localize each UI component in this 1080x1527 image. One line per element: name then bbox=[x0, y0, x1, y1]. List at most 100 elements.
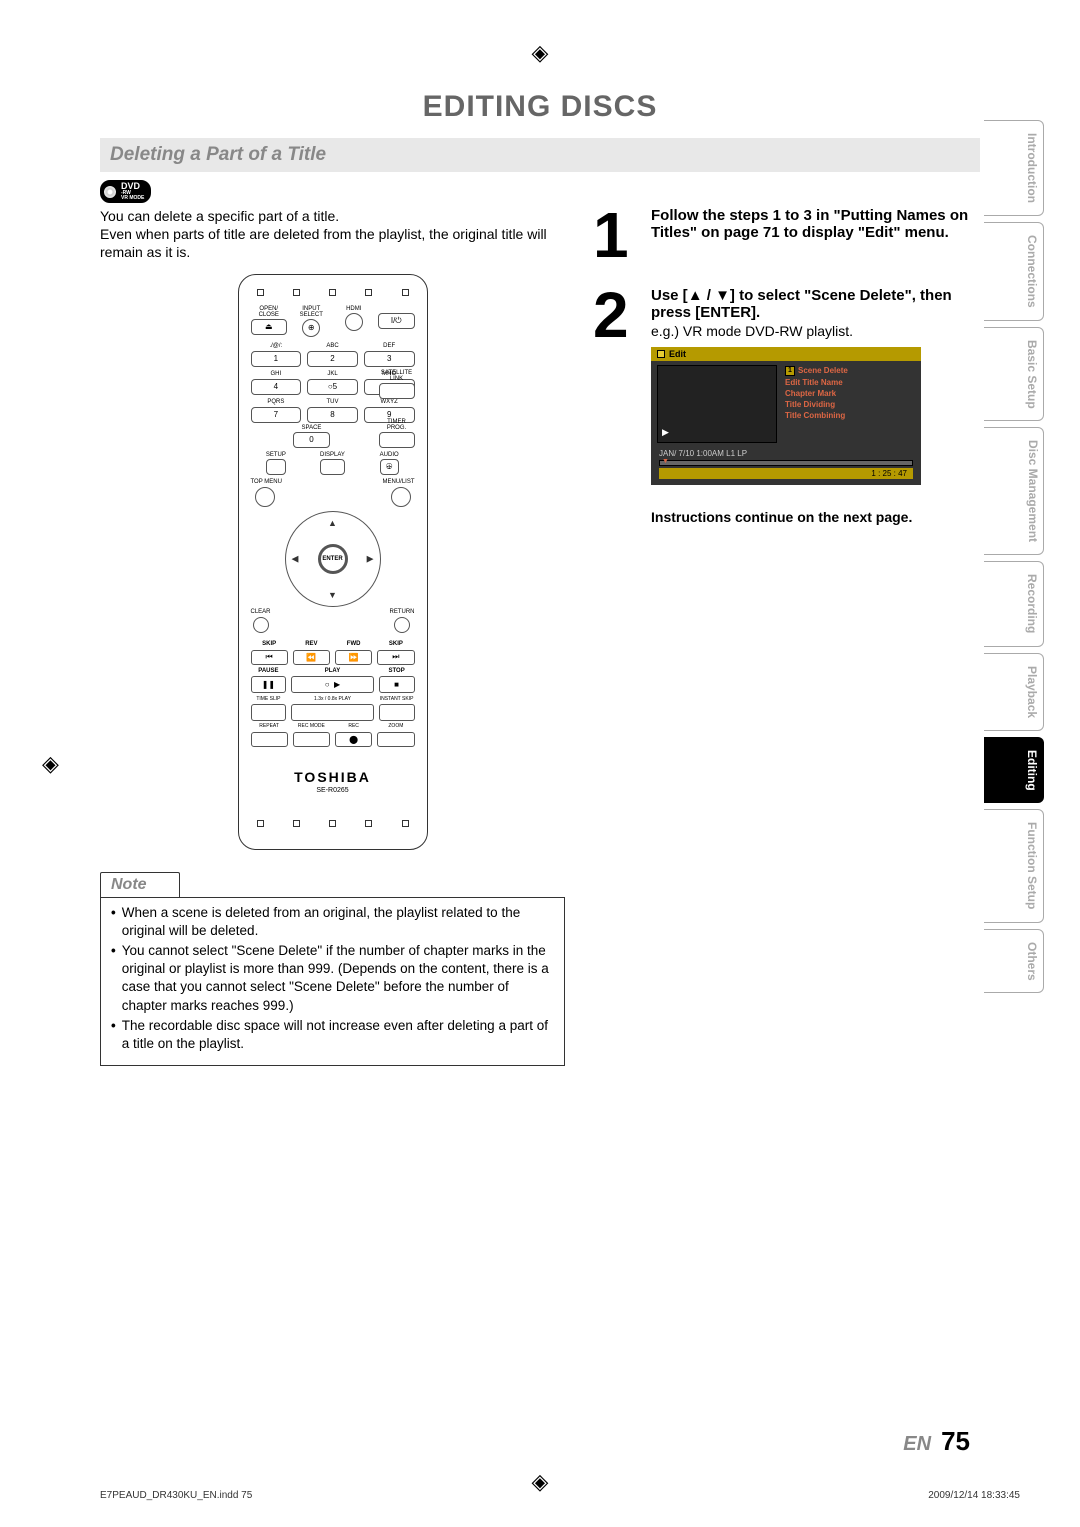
remote-label: SATELLITE LINK bbox=[379, 370, 415, 382]
osd-time: 1 : 25 : 47 bbox=[659, 468, 913, 479]
osd-menu-item: Scene Delete bbox=[798, 366, 848, 375]
osd-info: JAN/ 7/10 1:00AM L1 LP bbox=[651, 447, 921, 460]
remote-label: INPUT SELECT bbox=[293, 306, 330, 318]
tab-recording: Recording bbox=[984, 561, 1044, 646]
remote-label: ZOOM bbox=[377, 723, 414, 729]
osd-title: Edit bbox=[669, 349, 686, 359]
menu-list-label: MENU/LIST bbox=[382, 479, 414, 485]
satellite-link-button bbox=[379, 383, 415, 399]
tab-basic-setup: Basic Setup bbox=[984, 327, 1044, 422]
continue-note: Instructions continue on the next page. bbox=[651, 509, 980, 525]
step-text: Use [ bbox=[651, 287, 688, 304]
intro-line: You can delete a specific part of a titl… bbox=[100, 207, 565, 225]
skip-back-button: ⏮ bbox=[251, 650, 288, 665]
tab-introduction: Introduction bbox=[984, 120, 1044, 216]
down-arrow-icon: ▼ bbox=[328, 590, 337, 600]
remote-label: TIME SLIP bbox=[251, 696, 287, 702]
model-label: SE-R0265 bbox=[251, 787, 415, 794]
step-text: / bbox=[703, 287, 716, 304]
osd-preview: ▶ bbox=[657, 365, 777, 443]
audio-button: 🕀 bbox=[380, 459, 399, 475]
remote-label: PLAY bbox=[291, 668, 373, 674]
intro-text: You can delete a specific part of a titl… bbox=[100, 207, 565, 262]
hdmi-button bbox=[345, 313, 363, 331]
step-number: 2 bbox=[593, 287, 641, 525]
osd-menu-item: Edit Title Name bbox=[783, 377, 915, 388]
section-title: Deleting a Part of a Title bbox=[110, 144, 970, 166]
remote-label: AUDIO bbox=[380, 452, 399, 458]
remote-label: 1.3x / 0.8x PLAY bbox=[291, 696, 373, 702]
tab-disc-management: Disc Management bbox=[984, 427, 1044, 555]
play-button: ○ ▶ bbox=[291, 676, 373, 693]
remote-label: SKIP bbox=[377, 641, 414, 647]
step-2: 2 Use [▲ / ▼] to select "Scene Delete", … bbox=[593, 287, 980, 525]
speed-play-button bbox=[291, 704, 373, 721]
brand-label: TOSHIBA bbox=[251, 769, 415, 785]
left-arrow-icon: ◀ bbox=[292, 553, 299, 564]
top-menu-button bbox=[255, 487, 275, 507]
remote-label: SETUP bbox=[266, 452, 286, 458]
return-label: RETURN bbox=[390, 609, 415, 615]
remote-label: REC bbox=[335, 723, 372, 729]
rev-button: ⏪ bbox=[293, 650, 330, 665]
intro-line: Even when parts of title are deleted fro… bbox=[100, 225, 565, 261]
rec-button: ⬤ bbox=[335, 732, 372, 747]
up-arrow-icon: ▲ bbox=[688, 287, 703, 304]
tab-editing: Editing bbox=[984, 737, 1044, 804]
remote-label: STOP bbox=[379, 668, 415, 674]
osd-index: 1 bbox=[785, 366, 795, 376]
remote-label: TIMER PROG. bbox=[379, 419, 415, 431]
remote-label: PQRS bbox=[251, 399, 302, 406]
page-lang: EN bbox=[903, 1433, 931, 1456]
remote-label: INSTANT SKIP bbox=[379, 696, 415, 702]
registration-mark-icon: ◈ bbox=[532, 40, 549, 66]
setup-button bbox=[266, 459, 286, 475]
timer-prog-button bbox=[379, 432, 415, 448]
num-5-button: ○5 bbox=[307, 379, 358, 395]
remote-label: HDMI bbox=[336, 306, 373, 312]
dvd-rw-vr-badge: DVD -RW VR MODE bbox=[100, 180, 151, 203]
skip-fwd-button: ⏭ bbox=[377, 650, 414, 665]
note-item: You cannot select "Scene Delete" if the … bbox=[122, 942, 554, 1015]
num-4-button: 4 bbox=[251, 379, 302, 395]
right-arrow-icon: ▶ bbox=[367, 553, 374, 564]
display-button bbox=[320, 459, 345, 475]
side-tabs: Introduction Connections Basic Setup Dis… bbox=[984, 120, 1044, 993]
osd-disc-icon bbox=[657, 350, 665, 358]
footer-timestamp: 2009/12/14 18:33:45 bbox=[928, 1490, 1020, 1501]
note-item: The recordable disc space will not incre… bbox=[122, 1017, 554, 1053]
power-button: I/⏻ bbox=[378, 313, 415, 329]
remote-label: OPEN/ CLOSE bbox=[251, 306, 288, 318]
return-button bbox=[394, 617, 410, 633]
num-2-button: 2 bbox=[307, 351, 358, 367]
section-heading-bar: Deleting a Part of a Title bbox=[100, 138, 980, 172]
remote-label: REPEAT bbox=[251, 723, 288, 729]
num-0-button: 0 bbox=[293, 432, 330, 448]
clear-label: CLEAR bbox=[251, 609, 271, 615]
remote-label: DISPLAY bbox=[320, 452, 345, 458]
instant-skip-button bbox=[379, 704, 415, 721]
pause-button: ❚❚ bbox=[251, 676, 287, 693]
note-heading: Note bbox=[100, 872, 180, 897]
remote-label: ./@/: bbox=[251, 343, 302, 350]
remote-label: ABC bbox=[307, 343, 358, 350]
note-box: Note When a scene is deleted from an ori… bbox=[100, 872, 565, 1067]
remote-label: FWD bbox=[335, 641, 372, 647]
osd-menu-item: Chapter Mark bbox=[783, 388, 915, 399]
disc-icon bbox=[103, 185, 117, 199]
badge-sub2: VR MODE bbox=[121, 196, 144, 201]
tab-others: Others bbox=[984, 929, 1044, 994]
step-text: Follow the steps 1 to 3 in "Putting Name… bbox=[651, 207, 968, 241]
repeat-button bbox=[251, 732, 288, 747]
zoom-button bbox=[377, 732, 414, 747]
num-8-button: 8 bbox=[307, 407, 358, 423]
osd-edit-menu: Edit ▶ 1Scene Delete Edit Title Name Cha… bbox=[651, 347, 921, 485]
marker-icon: ▼ bbox=[662, 458, 669, 465]
up-arrow-icon: ▲ bbox=[328, 518, 337, 528]
registration-mark-icon: ◈ bbox=[532, 1469, 549, 1495]
remote-label: JKL bbox=[307, 371, 358, 378]
remote-label: DEF bbox=[364, 343, 415, 350]
note-item: When a scene is deleted from an original… bbox=[122, 904, 554, 940]
num-3-button: 3 bbox=[364, 351, 415, 367]
num-1-button: 1 bbox=[251, 351, 302, 367]
